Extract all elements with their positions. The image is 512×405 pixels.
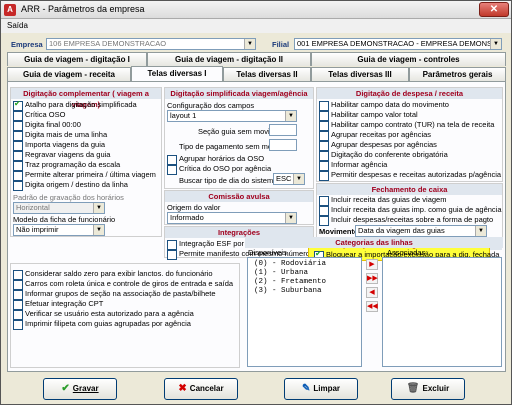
bottom_checks-checkbox-2[interactable]: Informar grupos de seção na associação d… bbox=[13, 289, 216, 300]
add-one-arrow-icon[interactable]: ▶ bbox=[366, 259, 378, 270]
categorias-title: Categorias das linhas bbox=[245, 237, 503, 248]
chevron-down-icon[interactable]: ▼ bbox=[93, 225, 104, 235]
left-checks-checkbox-6[interactable]: Traz programação da escala bbox=[13, 160, 120, 171]
cancel-x-icon: ✖ bbox=[178, 383, 187, 394]
modelo-label: Modelo da ficha de funcionário bbox=[13, 215, 116, 224]
list-item[interactable]: (1) - Urbana bbox=[254, 269, 308, 278]
disponiveis-list[interactable]: (0) - Rodoviária (1) - Urbana (2) - Fret… bbox=[247, 257, 362, 367]
tab-digitacao-2[interactable]: Guia de viagem - digitação II bbox=[147, 52, 311, 66]
menu-saida[interactable]: Saída bbox=[7, 21, 28, 30]
digitacao-complementar-title: Digitação complementar ( viagem a viagem… bbox=[11, 88, 161, 109]
movimento-select[interactable]: Data da viagem das guias ▼ bbox=[355, 225, 487, 237]
buscar-select[interactable]: ESC ▼ bbox=[273, 173, 305, 185]
config-select[interactable]: layout 1 ▼ bbox=[167, 110, 297, 122]
chevron-down-icon[interactable]: ▼ bbox=[285, 213, 296, 223]
chevron-down-icon[interactable]: ▼ bbox=[475, 226, 486, 236]
tab-controles[interactable]: Guia de viagem - controles bbox=[311, 52, 506, 66]
buscar-label: Buscar tipo de dia do sistema: bbox=[179, 176, 280, 185]
right-checks-checkbox-6[interactable]: Informar agência bbox=[319, 160, 387, 171]
left-checks-checkbox-1[interactable]: Crítica OSO bbox=[13, 110, 65, 121]
tab-telas-diversas-1[interactable]: Telas diversas I bbox=[131, 66, 223, 81]
padrao-label: Padrão de gravação dos horários bbox=[13, 193, 124, 202]
fech-check-1[interactable]: Incluir receita das guias imp. como guia… bbox=[319, 205, 502, 216]
window-title: ARR - Parâmetros da empresa bbox=[21, 4, 145, 14]
chevron-down-icon[interactable]: ▼ bbox=[93, 203, 104, 213]
tab-digitacao-1[interactable]: Guia de viagem - digitação I bbox=[7, 52, 147, 66]
left-checks-checkbox-8[interactable]: Digita origem / destino da linha bbox=[13, 180, 128, 191]
right-checks-checkbox-5[interactable]: Digitação do conferente obrigatória bbox=[319, 150, 448, 161]
filial-label: Filial bbox=[272, 40, 290, 49]
left-checks-checkbox-2[interactable]: Digita final 00:00 bbox=[13, 120, 81, 131]
empresa-select[interactable]: 106 EMPRESA DEMONSTRACAO ▼ bbox=[46, 38, 256, 50]
clear-broom-icon: ✎ bbox=[301, 383, 311, 394]
right-checks-checkbox-4[interactable]: Agrupar despesas por agências bbox=[319, 140, 437, 151]
origem-select[interactable]: Informado ▼ bbox=[167, 212, 297, 224]
movimento-label: Movimento bbox=[319, 227, 359, 236]
list-item[interactable]: (0) - Rodoviária bbox=[254, 260, 326, 269]
right-checks-checkbox-3[interactable]: Agrupar receitas por agências bbox=[319, 130, 431, 141]
bottom_checks-checkbox-5[interactable]: Imprimir filipeta com guias agrupadas po… bbox=[13, 319, 191, 330]
bottom_checks-checkbox-1[interactable]: Carros com roleta única e controle de gi… bbox=[13, 279, 233, 290]
add-all-arrow-icon[interactable]: ▶▶ bbox=[366, 273, 378, 284]
tab-receita[interactable]: Guia de viagem - receita bbox=[7, 67, 131, 81]
left-checks-checkbox-3[interactable]: Digita mais de uma linha bbox=[13, 130, 107, 141]
origem-label: Origem do valor bbox=[167, 203, 221, 212]
associadas-list[interactable] bbox=[382, 257, 502, 367]
bottom_checks-checkbox-4[interactable]: Verificar se usuário esta autorizado par… bbox=[13, 309, 194, 320]
menu-bar: Saída bbox=[1, 19, 511, 33]
title-bar: A ARR - Parâmetros da empresa ✕ bbox=[1, 1, 511, 19]
gravar-button[interactable]: ✔ Gravar bbox=[43, 378, 117, 400]
fechamento-title: Fechamento de caixa bbox=[317, 184, 502, 195]
left-checks-checkbox-7[interactable]: Permite alterar primeira / última viagem bbox=[13, 170, 156, 181]
list-item[interactable]: (3) - Suburbana bbox=[254, 287, 322, 296]
app-icon: A bbox=[4, 4, 16, 16]
trash-icon: 🗑 bbox=[406, 383, 420, 394]
left-checks-checkbox-0[interactable]: Atalho para digitação simplificada bbox=[13, 99, 137, 111]
tab-telas-diversas-2[interactable]: Telas diversas II bbox=[223, 67, 311, 81]
chevron-down-icon[interactable]: ▼ bbox=[490, 39, 501, 49]
left-checks-checkbox-4[interactable]: Importa viagens da guia bbox=[13, 140, 105, 151]
chevron-down-icon[interactable]: ▼ bbox=[285, 111, 296, 121]
close-button[interactable]: ✕ bbox=[479, 2, 509, 17]
right-checks-checkbox-0[interactable]: Habilitar campo data do movimento bbox=[319, 100, 449, 111]
tab-parametros-gerais[interactable]: Parâmetros gerais bbox=[409, 67, 506, 81]
config-label: Configuração dos campos bbox=[167, 101, 255, 110]
agrupar-horarios-checkbox[interactable]: Agrupar horários da OSO bbox=[167, 154, 264, 165]
right-checks-checkbox-2[interactable]: Habilitar campo contrato (TUR) na tela d… bbox=[319, 120, 494, 131]
list-item[interactable]: (2) - Fretamento bbox=[254, 278, 326, 287]
comissao-title: Comissão avulsa bbox=[165, 191, 313, 202]
remove-one-arrow-icon[interactable]: ◀ bbox=[366, 287, 378, 298]
secao-input[interactable] bbox=[269, 124, 297, 136]
critica-oso-agencia-checkbox[interactable]: Crítica do OSO por agência bbox=[167, 164, 271, 175]
chevron-down-icon[interactable]: ▼ bbox=[244, 39, 255, 49]
right-checks-checkbox-7[interactable]: Permitir despesas e receitas autorizadas… bbox=[319, 170, 501, 181]
chevron-down-icon[interactable]: ▼ bbox=[293, 174, 304, 184]
limpar-button[interactable]: ✎ Limpar bbox=[284, 378, 358, 400]
tab-telas-diversas-3[interactable]: Telas diversas III bbox=[311, 67, 409, 81]
check-icon: ✔ bbox=[61, 383, 70, 394]
fech-check-0[interactable]: Incluir receita das guias de viagem bbox=[319, 195, 446, 206]
cancelar-button[interactable]: ✖ Cancelar bbox=[164, 378, 238, 400]
bottom_checks-checkbox-0[interactable]: Considerar saldo zero para exibir lancto… bbox=[13, 269, 213, 280]
disponiveis-label: Disponíveis bbox=[248, 248, 287, 257]
left-checks-checkbox-5[interactable]: Regravar viagens da guia bbox=[13, 150, 110, 161]
fech-check-2[interactable]: Incluir despesas/receitas sobre a forma … bbox=[319, 215, 493, 226]
filial-select[interactable]: 001 EMPRESA DEMONSTRACAO - EMPRESA DEMON… bbox=[294, 38, 502, 50]
remove-all-arrow-icon[interactable]: ◀◀ bbox=[366, 301, 378, 312]
modelo-select[interactable]: Não imprimir ▼ bbox=[13, 224, 105, 236]
padrao-select[interactable]: Horizontal ▼ bbox=[13, 202, 105, 214]
digitacao-simplificada-title: Digitação simplificada viagem/agência bbox=[165, 88, 313, 99]
associadas-label: Associadas bbox=[387, 248, 426, 257]
right-checks-checkbox-1[interactable]: Habilitar campo valor total bbox=[319, 110, 418, 121]
despesa-receita-title: Digitação de despesa / receita bbox=[317, 88, 502, 99]
empresa-label: Empresa bbox=[11, 40, 43, 49]
excluir-button[interactable]: 🗑 Excluir bbox=[391, 378, 465, 400]
parametros-window: A ARR - Parâmetros da empresa ✕ Saída Em… bbox=[0, 0, 512, 405]
tipo-label: Tipo de pagamento sem movto bbox=[179, 142, 283, 151]
bottom_checks-checkbox-3[interactable]: Efetuar integração CPT bbox=[13, 299, 103, 310]
tipo-input[interactable] bbox=[269, 139, 297, 151]
